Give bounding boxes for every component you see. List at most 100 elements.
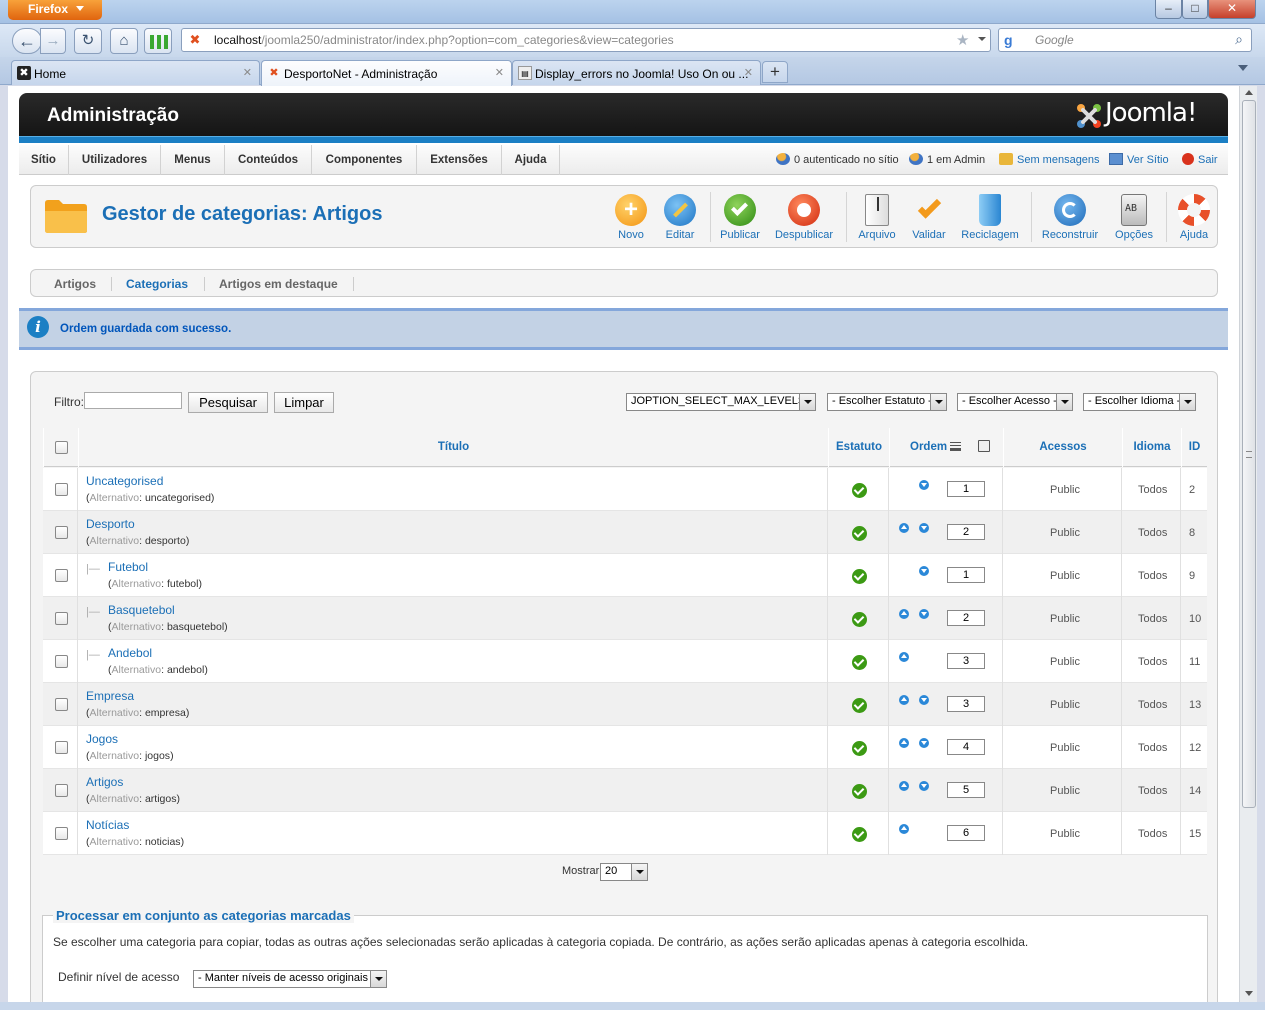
move-up-icon[interactable]	[899, 781, 909, 791]
view-site-link[interactable]: Ver Sítio	[1109, 153, 1169, 166]
move-down-icon[interactable]	[919, 738, 929, 748]
clear-button[interactable]: Limpar	[274, 392, 334, 413]
tab-display-errors[interactable]: ▤ Display_errors no Joomla! Uso On ou ..…	[512, 60, 761, 85]
batch-access-select[interactable]: - Manter níveis de acesso originais -	[193, 970, 387, 988]
move-down-icon[interactable]	[919, 480, 929, 490]
minimize-button[interactable]: –	[1155, 0, 1182, 19]
search-bar[interactable]: g Google ⌕	[998, 28, 1252, 52]
menu-content[interactable]: Conteúdos	[225, 145, 312, 175]
close-window-button[interactable]: ✕	[1208, 0, 1256, 19]
published-check-icon[interactable]	[852, 655, 867, 670]
logout-link[interactable]: Sair	[1182, 153, 1218, 166]
new-tab-button[interactable]: +	[762, 61, 788, 83]
row-checkbox[interactable]	[55, 698, 68, 711]
tab-desportonet[interactable]: ✖ DesportoNet - Administração ✕	[261, 60, 512, 86]
header-access[interactable]: Acessos	[1003, 428, 1122, 467]
header-status[interactable]: Estatuto	[828, 428, 889, 467]
url-history-dropdown-icon[interactable]	[978, 37, 986, 41]
forward-button[interactable]: →	[40, 28, 66, 54]
reload-button[interactable]: ↻	[74, 28, 102, 54]
order-input[interactable]: 2	[947, 524, 985, 540]
order-input[interactable]: 2	[947, 610, 985, 626]
category-title-link[interactable]: Futebol	[108, 560, 148, 574]
messages-link[interactable]: Sem mensagens	[999, 153, 1100, 166]
menu-site[interactable]: Sítio	[19, 145, 69, 175]
published-check-icon[interactable]	[852, 741, 867, 756]
toolbar-publish-button[interactable]: Publicar	[706, 194, 774, 241]
published-check-icon[interactable]	[852, 483, 867, 498]
scrollbar-thumb[interactable]	[1242, 100, 1256, 808]
toolbar-trash-button[interactable]: Reciclagem	[956, 194, 1024, 241]
move-up-icon[interactable]	[899, 824, 909, 834]
header-id[interactable]: ID	[1181, 428, 1207, 467]
order-input[interactable]: 1	[947, 481, 985, 497]
max-levels-select[interactable]: JOPTION_SELECT_MAX_LEVELS	[626, 393, 816, 411]
toolbar-unpublish-button[interactable]: Despublicar	[770, 194, 838, 241]
move-down-icon[interactable]	[919, 781, 929, 791]
home-button[interactable]: ⌂	[110, 28, 138, 54]
page-scrollbar[interactable]	[1239, 86, 1257, 1002]
header-title[interactable]: Título	[78, 428, 828, 467]
scroll-down-icon[interactable]	[1245, 991, 1253, 996]
category-title-link[interactable]: Basquetebol	[108, 603, 175, 617]
published-check-icon[interactable]	[852, 569, 867, 584]
published-check-icon[interactable]	[852, 698, 867, 713]
published-check-icon[interactable]	[852, 784, 867, 799]
menu-menus[interactable]: Menus	[161, 145, 225, 175]
move-up-icon[interactable]	[899, 652, 909, 662]
order-input[interactable]: 5	[947, 782, 985, 798]
toolbar-rebuild-button[interactable]: Reconstruir	[1036, 194, 1104, 241]
stats-addon-button[interactable]	[144, 28, 172, 54]
move-down-icon[interactable]	[919, 609, 929, 619]
toolbar-help-button[interactable]: Ajuda	[1160, 194, 1228, 241]
tab-list-icon[interactable]	[1238, 65, 1248, 71]
category-title-link[interactable]: Empresa	[86, 689, 134, 703]
published-check-icon[interactable]	[852, 612, 867, 627]
close-tab-icon[interactable]: ✕	[243, 66, 252, 79]
bookmark-star-icon[interactable]: ★	[956, 31, 969, 49]
submenu-categories[interactable]: Categorias	[126, 270, 188, 298]
category-title-link[interactable]: Uncategorised	[86, 474, 163, 488]
move-up-icon[interactable]	[899, 695, 909, 705]
header-language[interactable]: Idioma	[1122, 428, 1181, 467]
order-input[interactable]: 6	[947, 825, 985, 841]
close-tab-icon[interactable]: ✕	[744, 66, 753, 79]
header-order-label[interactable]: Ordem	[910, 428, 947, 467]
move-down-icon[interactable]	[919, 695, 929, 705]
row-checkbox[interactable]	[55, 569, 68, 582]
move-down-icon[interactable]	[919, 566, 929, 576]
row-checkbox[interactable]	[55, 784, 68, 797]
menu-users[interactable]: Utilizadores	[69, 145, 161, 175]
select-all-checkbox[interactable]	[55, 441, 68, 454]
toolbar-edit-button[interactable]: Editar	[646, 194, 714, 241]
published-check-icon[interactable]	[852, 526, 867, 541]
scroll-up-icon[interactable]	[1245, 90, 1253, 95]
status-select[interactable]: - Escolher Estatuto -	[827, 393, 947, 411]
row-checkbox[interactable]	[55, 741, 68, 754]
firefox-menu-button[interactable]: Firefox	[8, 0, 102, 20]
category-title-link[interactable]: Artigos	[86, 775, 123, 789]
google-icon[interactable]: g	[1004, 32, 1013, 48]
menu-help[interactable]: Ajuda	[502, 145, 560, 175]
submenu-articles[interactable]: Artigos	[54, 270, 96, 298]
order-input[interactable]: 1	[947, 567, 985, 583]
order-input[interactable]: 3	[947, 653, 985, 669]
order-input[interactable]: 3	[947, 696, 985, 712]
row-checkbox[interactable]	[55, 827, 68, 840]
category-title-link[interactable]: Andebol	[108, 646, 152, 660]
toolbar-options-button[interactable]: AB Opções	[1100, 194, 1168, 241]
close-tab-icon[interactable]: ✕	[495, 66, 504, 79]
back-button[interactable]: ←	[12, 28, 42, 54]
menu-extensions[interactable]: Extensões	[417, 145, 502, 175]
submenu-featured[interactable]: Artigos em destaque	[219, 270, 338, 298]
category-title-link[interactable]: Jogos	[86, 732, 118, 746]
move-up-icon[interactable]	[899, 523, 909, 533]
row-checkbox[interactable]	[55, 655, 68, 668]
row-checkbox[interactable]	[55, 612, 68, 625]
language-select[interactable]: - Escolher Idioma -	[1083, 393, 1196, 411]
category-title-link[interactable]: Notícias	[86, 818, 129, 832]
access-select[interactable]: - Escolher Acesso -	[957, 393, 1073, 411]
maximize-button[interactable]: □	[1182, 0, 1208, 19]
published-check-icon[interactable]	[852, 827, 867, 842]
row-checkbox[interactable]	[55, 526, 68, 539]
